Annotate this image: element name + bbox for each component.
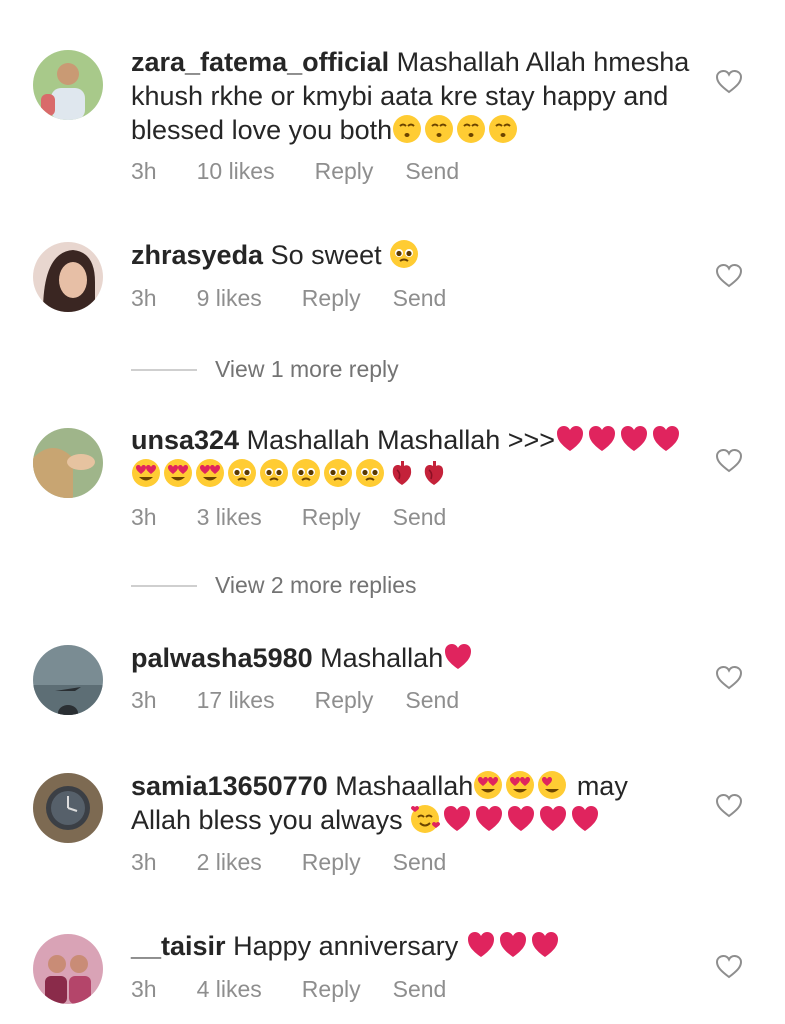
comment-likes-count[interactable]: 17 likes <box>197 687 275 714</box>
view-more-replies[interactable]: View 1 more reply <box>131 356 399 383</box>
red-heart-icon <box>651 424 681 454</box>
red-heart-icon <box>466 930 496 960</box>
red-heart-icon <box>506 804 536 834</box>
comment-timestamp: 3h <box>131 976 157 1002</box>
comment-likes-count[interactable]: 3 likes <box>197 504 262 531</box>
heart-eyes-icon <box>195 458 225 488</box>
divider <box>131 368 197 371</box>
red-heart-icon <box>570 804 600 834</box>
avatar[interactable] <box>33 934 103 1004</box>
red-heart-icon <box>619 424 649 454</box>
smiling-face-with-hearts-icon <box>410 804 441 834</box>
comment-text: Happy anniversary <box>233 931 459 961</box>
comment-timestamp: 3h <box>131 158 157 184</box>
view-more-replies[interactable]: View 2 more replies <box>131 572 417 599</box>
comment-username[interactable]: samia13650770 <box>131 771 328 801</box>
reply-button[interactable]: Reply <box>302 285 361 312</box>
red-heart-icon <box>538 804 568 834</box>
red-heart-icon <box>530 930 560 960</box>
heart-outline-icon[interactable] <box>716 70 742 94</box>
anatomical-heart-icon <box>387 458 417 488</box>
emoji-group <box>392 115 520 145</box>
anatomical-heart-icon <box>419 458 449 488</box>
heart-eyes-icon <box>537 770 567 800</box>
reply-button[interactable]: Reply <box>302 976 361 1003</box>
pleading-face-icon <box>227 458 257 488</box>
comment-likes-count[interactable]: 2 likes <box>197 849 262 876</box>
send-button[interactable]: Send <box>393 504 447 531</box>
heart-eyes-icon <box>505 770 535 800</box>
comment-username[interactable]: zhrasyeda <box>131 240 263 270</box>
heart-outline-icon[interactable] <box>716 955 742 979</box>
heart-outline-icon[interactable] <box>716 449 742 473</box>
heart-eyes-icon <box>131 458 161 488</box>
comment-likes-count[interactable]: 9 likes <box>197 285 262 312</box>
comment-likes-count[interactable]: 4 likes <box>197 976 262 1003</box>
comment-text: Mashaallah <box>335 771 474 801</box>
reply-button[interactable]: Reply <box>302 849 361 876</box>
comment-likes-count[interactable]: 10 likes <box>197 158 275 185</box>
pleading-face-icon <box>323 458 353 488</box>
comment-timestamp: 3h <box>131 849 157 875</box>
pleading-face-icon <box>291 458 321 488</box>
heart-outline-icon[interactable] <box>716 794 742 818</box>
heart-eyes-icon <box>473 770 503 800</box>
comment-timestamp: 3h <box>131 504 157 530</box>
avatar[interactable] <box>33 428 103 498</box>
red-heart-icon <box>442 804 472 834</box>
comment-text: Mashallah Mashallah >>> <box>246 425 556 455</box>
kissing-smiling-eyes-icon <box>424 114 454 144</box>
comment-timestamp: 3h <box>131 285 157 311</box>
pleading-face-icon <box>259 458 289 488</box>
avatar[interactable] <box>33 773 103 843</box>
comment-text: Mashallah <box>320 643 444 673</box>
kissing-smiling-eyes-icon <box>488 114 518 144</box>
comment-text: So sweet <box>270 240 382 270</box>
heart-eyes-icon <box>163 458 193 488</box>
divider <box>131 584 197 587</box>
red-heart-icon <box>555 424 585 454</box>
avatar[interactable] <box>33 50 103 120</box>
comment-username[interactable]: palwasha5980 <box>131 643 313 673</box>
send-button[interactable]: Send <box>393 849 447 876</box>
heart-outline-icon[interactable] <box>716 666 742 690</box>
kissing-smiling-eyes-icon <box>392 114 422 144</box>
red-heart-icon <box>474 804 504 834</box>
avatar[interactable] <box>33 242 103 312</box>
reply-button[interactable]: Reply <box>315 687 374 714</box>
comment-username[interactable]: unsa324 <box>131 425 239 455</box>
send-button[interactable]: Send <box>405 687 459 714</box>
pleading-face-icon <box>389 239 419 269</box>
comment-username[interactable]: zara_fatema_official <box>131 47 389 77</box>
heart-outline-icon[interactable] <box>716 264 742 288</box>
reply-button[interactable]: Reply <box>302 504 361 531</box>
comment-timestamp: 3h <box>131 687 157 713</box>
send-button[interactable]: Send <box>393 976 447 1003</box>
avatar[interactable] <box>33 645 103 715</box>
red-heart-icon <box>498 930 528 960</box>
send-button[interactable]: Send <box>405 158 459 185</box>
comment-username[interactable]: __taisir <box>131 931 226 961</box>
red-heart-icon <box>587 424 617 454</box>
red-heart-icon <box>443 642 473 672</box>
view-more-label: View 1 more reply <box>215 356 399 382</box>
kissing-smiling-eyes-icon <box>456 114 486 144</box>
send-button[interactable]: Send <box>393 285 447 312</box>
reply-button[interactable]: Reply <box>315 158 374 185</box>
pleading-face-icon <box>355 458 385 488</box>
view-more-label: View 2 more replies <box>215 572 417 598</box>
